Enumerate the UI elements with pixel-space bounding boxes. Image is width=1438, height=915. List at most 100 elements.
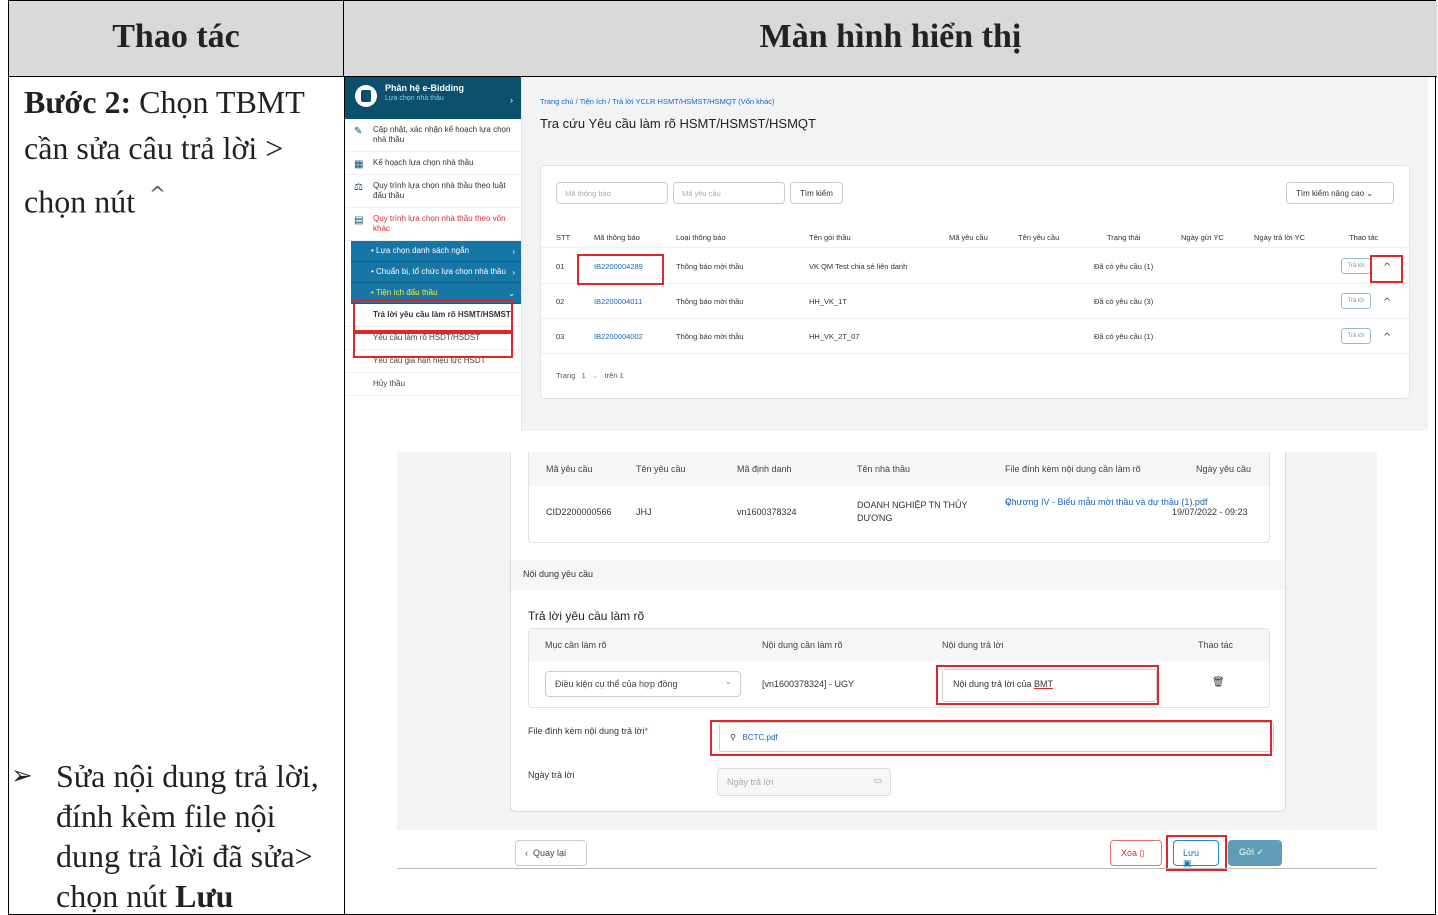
col-header: Ngày gửi YC <box>1181 233 1224 242</box>
section-title: Trả lời yêu cầu làm rõ <box>528 609 645 623</box>
chevron-up-icon: ^ <box>149 182 166 206</box>
cell-contractor: DOANH NGHIỆP TN THỦY DƯƠNG <box>857 500 968 523</box>
request-code-input[interactable]: Mã yêu cầu <box>673 182 785 204</box>
sidebar-sub-label: Tiện ích đấu thầu <box>375 288 438 297</box>
cell-package: VK QM Test chia sẻ liên danh <box>809 262 908 271</box>
sidebar-item-label: Quy trình lựa chọn nhà thầu theo vốn khá… <box>373 214 506 233</box>
advanced-search-label: Tìm kiếm nâng cao <box>1296 189 1365 198</box>
table-row[interactable]: 03 IB2200004002 Thông báo mời thầu HH_VK… <box>541 319 1409 354</box>
cell-status: Đã có yêu cầu (1) <box>1094 262 1154 271</box>
chevron-up-icon[interactable]: ^ <box>1383 332 1391 343</box>
breadcrumb-sep: / <box>575 97 578 106</box>
screenshot-search: Phân hệ e-Bidding Lựa chọn nhà thầu › ✎ C… <box>345 77 1428 431</box>
notice-code-link[interactable]: IB2200004002 <box>594 332 643 341</box>
table-row: CID2200000566 JHJ vn1600378324 DOANH NGH… <box>529 486 1269 542</box>
section-request-content: Nội dung yêu cầu <box>511 560 1285 590</box>
sidebar-item-process-other[interactable]: ▤ Quy trình lựa chọn nhà thầu theo vốn kh… <box>345 208 521 241</box>
pager-page[interactable]: 1 <box>582 371 586 380</box>
app-sub: Lựa chọn nhà thầu <box>385 95 444 102</box>
reply-button[interactable]: Trả lời <box>1341 328 1371 344</box>
breadcrumb-mid[interactable]: Tiện ích <box>580 97 606 106</box>
notice-code-link[interactable]: IB2200004011 <box>594 297 642 306</box>
cell-stt: 03 <box>556 332 565 341</box>
col-header: File đính kèm nội dung cần làm rõ <box>1005 464 1141 474</box>
col-header: Nội dung cần làm rõ <box>762 640 843 650</box>
chevron-right-icon: › <box>512 247 515 256</box>
chevron-left-icon: ‹ <box>525 848 528 858</box>
sidebar-leaf-cancel[interactable]: Hủy thầu <box>345 373 521 396</box>
highlight-expand <box>1370 255 1403 283</box>
search-button[interactable]: Tìm kiếm <box>790 182 843 204</box>
chevron-down-icon: ⌄ <box>724 677 732 687</box>
highlight-utilities <box>353 300 513 332</box>
chevron-right-icon: › <box>510 95 513 105</box>
cell-status: Đã có yêu cầu (3) <box>1094 297 1154 306</box>
cell-type: Thông báo mời thầu <box>676 332 744 341</box>
back-button[interactable]: ‹ Quay lại <box>515 840 587 866</box>
sidebar: Phân hệ e-Bidding Lựa chọn nhà thầu › ✎ C… <box>345 77 522 431</box>
header-cell-screen: Màn hình hiển thị <box>344 1 1437 77</box>
chevron-right-icon: › <box>512 268 515 277</box>
col-header: Thao tác <box>1198 640 1234 650</box>
required-mark: * <box>644 726 648 736</box>
col-header: Trạng thái <box>1107 233 1141 242</box>
chevron-down-icon[interactable]: ⌄ <box>592 371 598 380</box>
clarify-item-select[interactable]: Điều kiện cụ thể của hợp đồng ⌄ <box>545 671 741 697</box>
col-header: Mã yêu cầu <box>546 464 593 474</box>
request-table: Mã yêu cầu Tên yêu cầu Mã định danh Tên … <box>528 452 1270 543</box>
trash-icon[interactable]: 🗑 <box>1212 677 1225 688</box>
header-action: Thao tác <box>112 18 240 55</box>
col-header: Tên yêu cầu <box>636 464 686 474</box>
sidebar-header[interactable]: Phân hệ e-Bidding Lựa chọn nhà thầu › <box>345 77 521 119</box>
reply-button[interactable]: Trả lời <box>1341 258 1371 274</box>
sidebar-item-plan[interactable]: ▦ Kế hoạch lựa chọn nhà thầu <box>345 152 521 175</box>
col-header: Ngày trả lời YC <box>1254 233 1306 242</box>
cell-name: JHJ <box>636 507 652 517</box>
pager-label: Trang <box>556 371 576 380</box>
step-instruction-2: ➢ Sửa nội dung trả lời, đính kèm file nộ… <box>9 756 339 915</box>
reply-date-input[interactable]: Ngày trả lời ▭ <box>717 768 891 796</box>
col-header: STT <box>556 233 571 242</box>
file-label-text: File đính kèm nội dung trả lời <box>528 726 645 736</box>
back-label: Quay lại <box>533 848 567 858</box>
chevron-up-icon[interactable]: ^ <box>1383 297 1391 308</box>
cell-package: HH_VK_1T <box>809 297 847 306</box>
notice-code-input[interactable]: Mã thông báo <box>556 182 668 204</box>
pager-of: trên 1 <box>604 371 624 380</box>
table-row[interactable]: 01 IB2200004289 Thông báo mời thầu VK QM… <box>541 249 1409 284</box>
edit-icon: ✎ <box>354 126 363 137</box>
col-header: Mã thông báo <box>594 233 640 242</box>
document-icon: ▤ <box>354 215 364 226</box>
delete-button[interactable]: Xóa ▯ <box>1110 840 1162 866</box>
breadcrumb-sep: / <box>608 97 611 106</box>
table-row[interactable]: 02 IB2200004011 Thông báo mời thầu HH_VK… <box>541 284 1409 319</box>
sidebar-sub-prepare[interactable]: • Chuẩn bị, tổ chức lựa chọn nhà thầu › <box>351 262 521 283</box>
calendar-icon: ▦ <box>354 159 364 170</box>
sidebar-item-label: Cập nhật, xác nhận kế hoạch lựa chọn nhà… <box>373 125 511 144</box>
table-header: STT Mã thông báo Loại thông báo Tên gói … <box>541 228 1409 248</box>
app-name: Phân hệ e-Bidding <box>385 83 465 93</box>
sidebar-item-label: Kế hoạch lựa chọn nhà thầu <box>373 158 474 167</box>
highlight-notice-code <box>577 254 664 285</box>
arrow-bullet-icon: ➢ <box>11 761 33 791</box>
sidebar-item-process-law[interactable]: ⚖ Quy trình lựa chọn nhà thầu theo luật đ… <box>345 175 521 208</box>
breadcrumb-home[interactable]: Trang chủ <box>540 97 574 106</box>
cell-code: CID2200000566 <box>546 507 612 517</box>
cell-stt: 02 <box>556 297 565 306</box>
delete-label: Xóa <box>1121 848 1138 858</box>
reply-button[interactable]: Trả lời <box>1341 293 1371 309</box>
advanced-search-button[interactable]: Tìm kiếm nâng cao ⌄ <box>1286 182 1394 204</box>
cell-status: Đã có yêu cầu (1) <box>1094 332 1154 341</box>
date-placeholder: Ngày trả lời <box>727 777 774 787</box>
sidebar-sub-label: Lựa chọn danh sách ngắn <box>376 246 470 255</box>
breadcrumb: Trang chủ / Tiện ích / Trả lời YCLR HSMT… <box>540 97 775 106</box>
chevron-down-icon: ⌄ <box>508 289 515 298</box>
sidebar-sub-shortlist[interactable]: • Lựa chọn danh sách ngắn › <box>351 241 521 262</box>
header-cell-action: Thao tác <box>9 1 344 77</box>
send-button[interactable]: Gửi ✓ <box>1228 840 1282 866</box>
reply-form-card: Mã yêu cầu Tên yêu cầu Mã định danh Tên … <box>510 452 1286 812</box>
sidebar-item-plan-update[interactable]: ✎ Cập nhật, xác nhận kế hoạch lựa chọn nh… <box>345 119 521 152</box>
check-icon: ✓ <box>1256 847 1265 857</box>
col-header: Ngày yêu cầu <box>1196 464 1252 474</box>
clarify-content: [vn1600378324] - UGY <box>762 679 855 689</box>
